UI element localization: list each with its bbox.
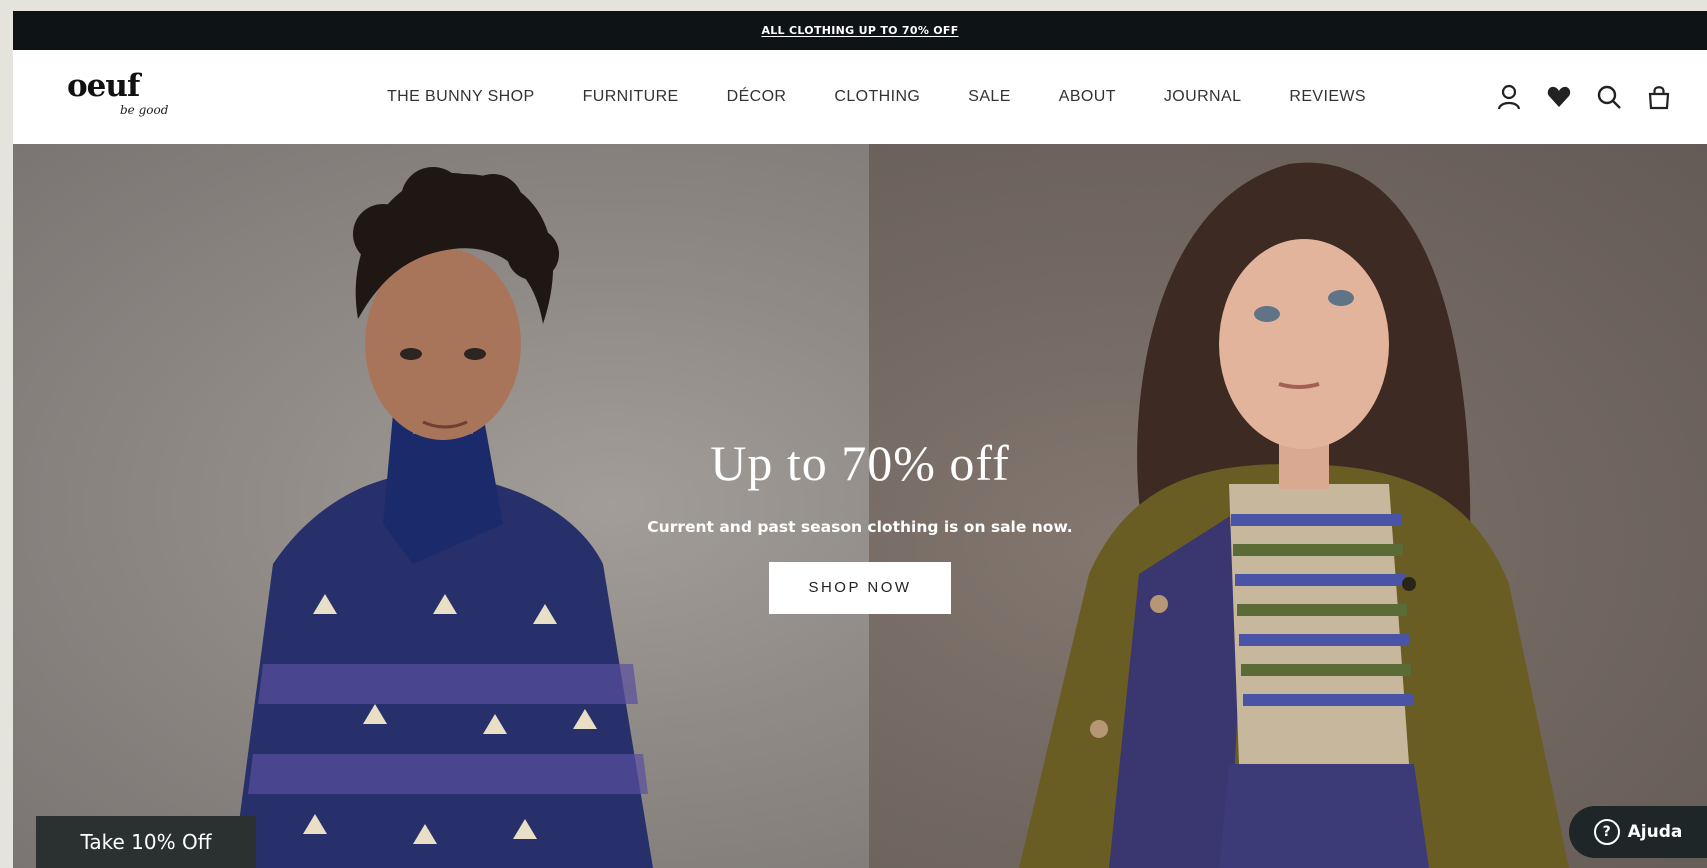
announcement-bar: ALL CLOTHING UP TO 70% OFF [13, 11, 1707, 50]
announcement-link[interactable]: ALL CLOTHING UP TO 70% OFF [761, 24, 958, 37]
hero-title: Up to 70% off [710, 435, 1010, 491]
nav-item-sale[interactable]: SALE [968, 88, 1011, 106]
nav-item-clothing[interactable]: CLOTHING [834, 88, 920, 106]
hero-content: Up to 70% off Current and past season cl… [13, 434, 1707, 614]
hero-banner: Up to 70% off Current and past season cl… [13, 144, 1707, 868]
nav-item-furniture[interactable]: FURNITURE [583, 88, 679, 106]
header-icons [1495, 50, 1673, 144]
main-nav: THE BUNNY SHOP FURNITURE DÉCOR CLOTHING … [387, 50, 1414, 144]
account-icon[interactable] [1495, 83, 1523, 111]
brand-tagline: be good [120, 103, 169, 117]
cart-bag-icon[interactable] [1645, 83, 1673, 111]
nav-item-decor[interactable]: DÉCOR [727, 88, 787, 106]
search-icon[interactable] [1595, 83, 1623, 111]
shop-now-button[interactable]: SHOP NOW [769, 562, 951, 614]
browser-viewport: ALL CLOTHING UP TO 70% OFF oeuf be good … [13, 11, 1707, 868]
hero-subtitle: Current and past season clothing is on s… [647, 518, 1073, 536]
wishlist-heart-icon[interactable] [1545, 83, 1573, 111]
nav-item-bunny-shop[interactable]: THE BUNNY SHOP [387, 88, 535, 106]
help-widget-button[interactable]: ? Ajuda [1569, 806, 1707, 858]
nav-item-about[interactable]: ABOUT [1059, 88, 1116, 106]
help-question-icon: ? [1593, 819, 1620, 845]
site-header: oeuf be good THE BUNNY SHOP FURNITURE DÉ… [13, 50, 1707, 144]
brand-logo[interactable]: oeuf be good [67, 71, 177, 123]
nav-item-reviews[interactable]: REVIEWS [1289, 88, 1366, 106]
nav-item-journal[interactable]: JOURNAL [1164, 88, 1241, 106]
brand-wordmark: oeuf [67, 68, 140, 104]
help-widget-label: Ajuda [1627, 822, 1683, 842]
take-discount-tab[interactable]: Take 10% Off [36, 816, 256, 868]
